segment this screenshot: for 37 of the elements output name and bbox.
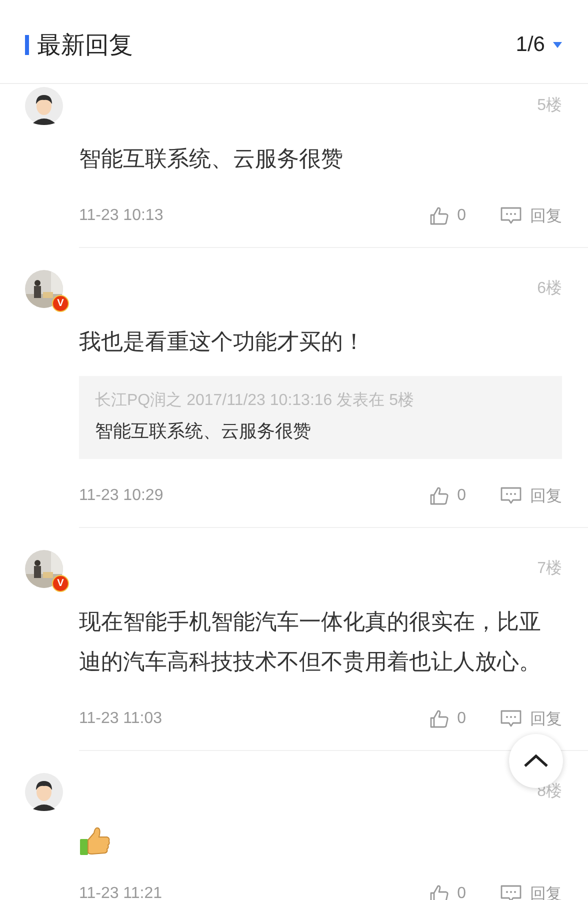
verified-badge: V [52, 295, 69, 312]
reply-time: 11-23 11:03 [79, 710, 164, 728]
reply-time: 11-23 10:13 [79, 207, 164, 225]
page-selector[interactable]: 1/6 [516, 32, 562, 56]
floor-number: 5楼 [537, 96, 562, 116]
reply-button[interactable]: 回复 [500, 486, 562, 506]
thumbs-up-icon [429, 884, 450, 900]
reply-time: 11-23 11:21 [79, 885, 164, 900]
floor-number: 6楼 [537, 278, 562, 299]
thumbs-up-icon [429, 709, 450, 729]
like-button[interactable]: 0 [429, 486, 466, 506]
chevron-up-icon [523, 754, 549, 768]
reply-button[interactable]: 回复 [500, 708, 562, 730]
comment-icon [500, 884, 522, 900]
like-button[interactable]: 0 [429, 206, 466, 226]
like-button[interactable]: 0 [429, 709, 466, 729]
avatar-icon[interactable] [25, 87, 63, 125]
thumbs-up-icon [79, 825, 111, 857]
reply-button[interactable]: 回复 [500, 206, 562, 226]
quote-text: 智能互联系统、云服务很赞 [95, 420, 312, 443]
reply-text: 我也是看重这个功能才买的！ [79, 328, 366, 356]
thumbs-up-icon [429, 486, 450, 506]
like-button[interactable]: 0 [429, 884, 466, 900]
comment-icon [500, 206, 522, 226]
floor-number: 7楼 [537, 558, 562, 579]
section-title: 最新回复 [37, 30, 134, 60]
verified-badge: V [52, 575, 69, 592]
comment-icon [500, 709, 522, 729]
thumbs-up-icon [429, 206, 450, 226]
reply-text: 现在智能手机智能汽车一体化真的很实在，比亚迪的汽车高科技技术不但不贵用着也让人放心。 [79, 608, 542, 676]
comment-icon [500, 486, 522, 506]
caret-icon [553, 42, 562, 48]
reply-text: 智能互联系统、云服务很赞 [79, 145, 344, 173]
accent-bar [25, 34, 29, 54]
quote-meta: 长江PQ润之 2017/11/23 10:13:16 发表在 5楼 [95, 390, 415, 411]
avatar-icon[interactable] [25, 773, 63, 811]
reply-time: 11-23 10:29 [79, 487, 164, 505]
